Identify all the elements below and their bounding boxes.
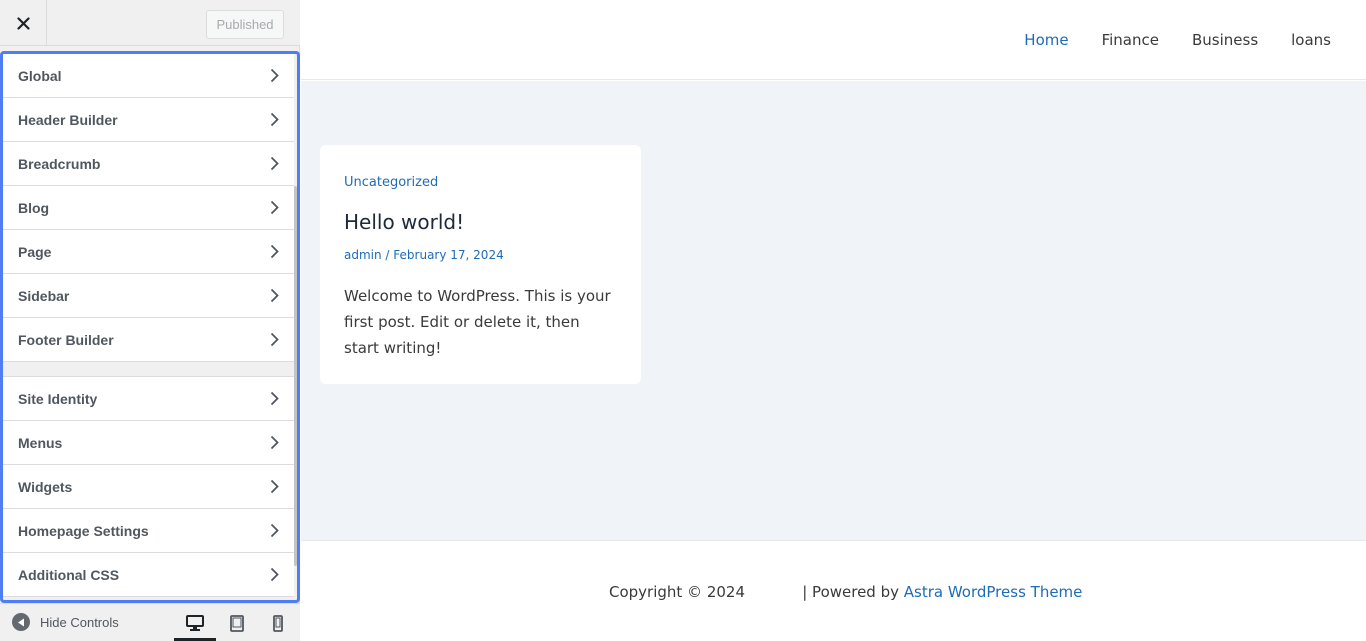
sections-group-theme: Global Header Builder Breadcrumb Blog Page Si… [3,54,294,362]
site-preview: Home Finance Business loans Uncategorize… [301,0,1366,641]
section-global[interactable]: Global [3,54,294,98]
section-footer-builder[interactable]: Footer Builder [3,318,294,362]
post-author-link[interactable]: admin [344,248,382,262]
chevron-right-icon [270,288,279,303]
menu-item-home[interactable]: Home [1024,31,1068,49]
section-menus[interactable]: Menus [3,421,294,465]
chevron-right-icon [270,156,279,171]
section-label: Header Builder [18,111,118,128]
chevron-right-icon [270,332,279,347]
menu-item-business[interactable]: Business [1192,31,1258,49]
section-label: Blog [18,199,50,216]
mobile-icon [273,614,283,632]
preview-desktop-button[interactable] [174,608,216,641]
section-site-identity[interactable]: Site Identity [3,377,294,421]
section-label: Sidebar [18,287,70,304]
section-label: Global [18,67,62,84]
hide-controls-button[interactable]: Hide Controls [12,611,119,633]
section-label: Additional CSS [18,566,120,583]
preview-mobile-button[interactable] [257,608,299,638]
section-label: Footer Builder [18,331,114,348]
post-card: Uncategorized Hello world! admin / Febru… [320,145,641,384]
section-label: Menus [18,434,63,451]
section-label: Widgets [18,478,73,495]
section-blog[interactable]: Blog [3,186,294,230]
chevron-right-icon [270,68,279,83]
section-page[interactable]: Page [3,230,294,274]
chevron-right-icon [270,200,279,215]
customizer-sidebar: Published Global Header Builder Breadcrumb… [0,0,300,641]
preview-tablet-button[interactable] [216,608,258,638]
site-header: Home Finance Business loans [301,0,1366,80]
post-date-link[interactable]: February 17, 2024 [393,248,503,262]
footer-copyright: Copyright © 2024 | Powered by Astra Word… [609,583,1082,601]
sections-list: Global Header Builder Breadcrumb Blog Page Si… [3,54,294,597]
powered-by-text: | Powered by [802,583,904,601]
desktop-icon [186,615,204,631]
close-customizer-button[interactable] [0,0,47,46]
section-breadcrumb[interactable]: Breadcrumb [3,142,294,186]
section-homepage-settings[interactable]: Homepage Settings [3,509,294,553]
collapse-arrow-icon [12,613,30,631]
section-header-builder[interactable]: Header Builder [3,98,294,142]
hide-controls-label: Hide Controls [40,614,119,630]
tablet-icon [230,614,244,632]
post-meta: admin / February 17, 2024 [344,247,617,263]
chevron-right-icon [270,523,279,538]
section-label: Homepage Settings [18,522,149,539]
theme-link[interactable]: Astra WordPress Theme [904,583,1083,601]
chevron-right-icon [270,112,279,127]
customizer-header: Published [0,0,300,46]
menu-item-finance[interactable]: Finance [1102,31,1159,49]
chevron-right-icon [270,567,279,582]
close-icon [16,16,30,30]
customizer-footer: Hide Controls [0,603,300,641]
post-title[interactable]: Hello world! [344,209,617,235]
chevron-right-icon [270,391,279,406]
copyright-text: Copyright © 2024 [609,583,746,601]
sections-divider [3,362,294,377]
meta-separator: / [381,248,394,262]
chevron-right-icon [270,435,279,450]
section-label: Breadcrumb [18,155,101,172]
sections-group-core: Site Identity Menus Widgets Homepage Settin… [3,377,294,597]
post-category-link[interactable]: Uncategorized [344,175,617,191]
section-sidebar[interactable]: Sidebar [3,274,294,318]
panel-scrollbar[interactable] [294,186,297,566]
customizer-sections-panel: Global Header Builder Breadcrumb Blog Page Si… [0,51,300,603]
chevron-right-icon [270,244,279,259]
site-footer: Copyright © 2024 | Powered by Astra Word… [301,540,1366,641]
section-widgets[interactable]: Widgets [3,465,294,509]
primary-menu: Home Finance Business loans [991,31,1331,49]
section-label: Page [18,243,52,260]
menu-item-loans[interactable]: loans [1291,31,1331,49]
section-additional-css[interactable]: Additional CSS [3,553,294,597]
section-label: Site Identity [18,390,98,407]
post-excerpt: Welcome to WordPress. This is your first… [344,287,611,357]
site-content: Uncategorized Hello world! admin / Febru… [301,81,1366,540]
publish-button[interactable]: Published [206,10,284,39]
chevron-right-icon [270,479,279,494]
